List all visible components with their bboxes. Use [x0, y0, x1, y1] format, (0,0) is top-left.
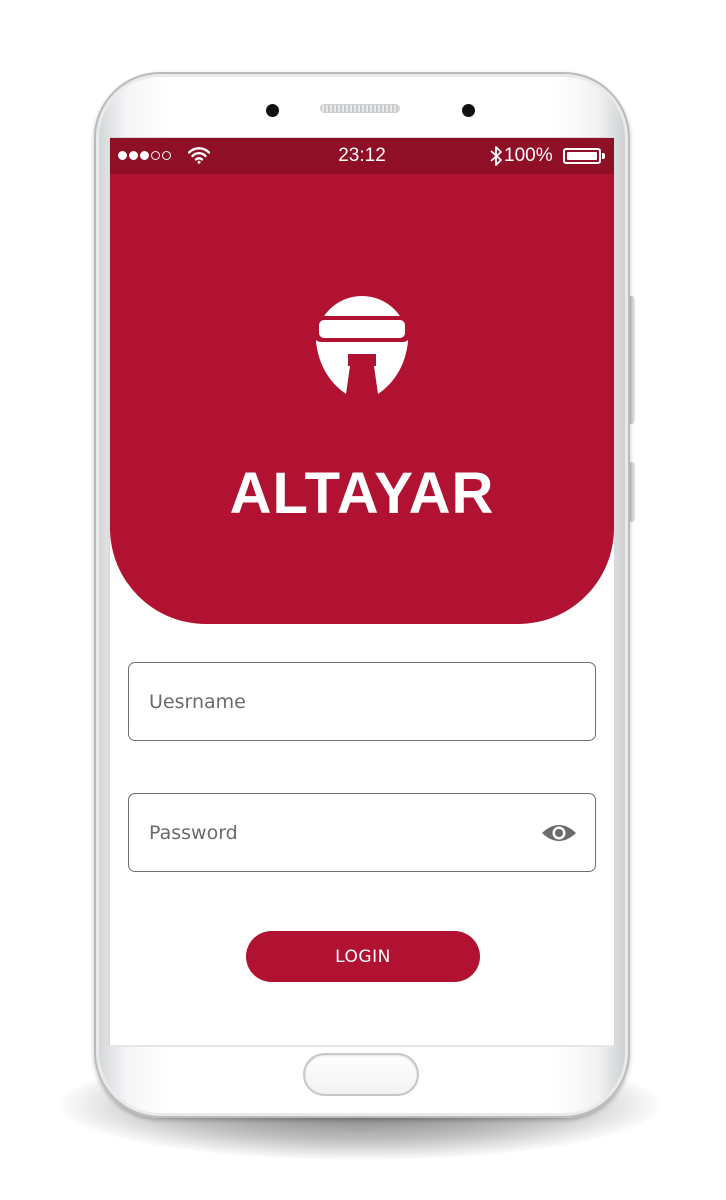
- phone-screen: 23:12 100% ALTAYAR Uesrname LOGIN: [110, 138, 614, 1045]
- front-camera: [462, 104, 475, 117]
- brand-name: ALTAYAR: [229, 461, 495, 526]
- front-sensor: [266, 104, 279, 117]
- password-field[interactable]: [128, 793, 596, 872]
- username-input[interactable]: [149, 663, 529, 740]
- brand-header: ALTAYAR: [110, 174, 614, 624]
- helmet-logo-icon: [314, 296, 410, 394]
- earpiece-speaker: [320, 104, 400, 113]
- login-button[interactable]: LOGIN: [246, 931, 480, 982]
- password-input[interactable]: [149, 794, 529, 871]
- eye-icon[interactable]: [541, 820, 577, 846]
- username-field[interactable]: [128, 662, 596, 741]
- home-button[interactable]: [303, 1053, 419, 1096]
- battery-percent: 100%: [504, 145, 553, 166]
- status-bar: 23:12 100%: [110, 138, 614, 174]
- screen-bottom-edge: [110, 1045, 614, 1047]
- battery-icon: [563, 148, 605, 164]
- mockup-stage: 23:12 100% ALTAYAR Uesrname LOGIN: [0, 0, 726, 1200]
- bluetooth-icon: [490, 146, 502, 166]
